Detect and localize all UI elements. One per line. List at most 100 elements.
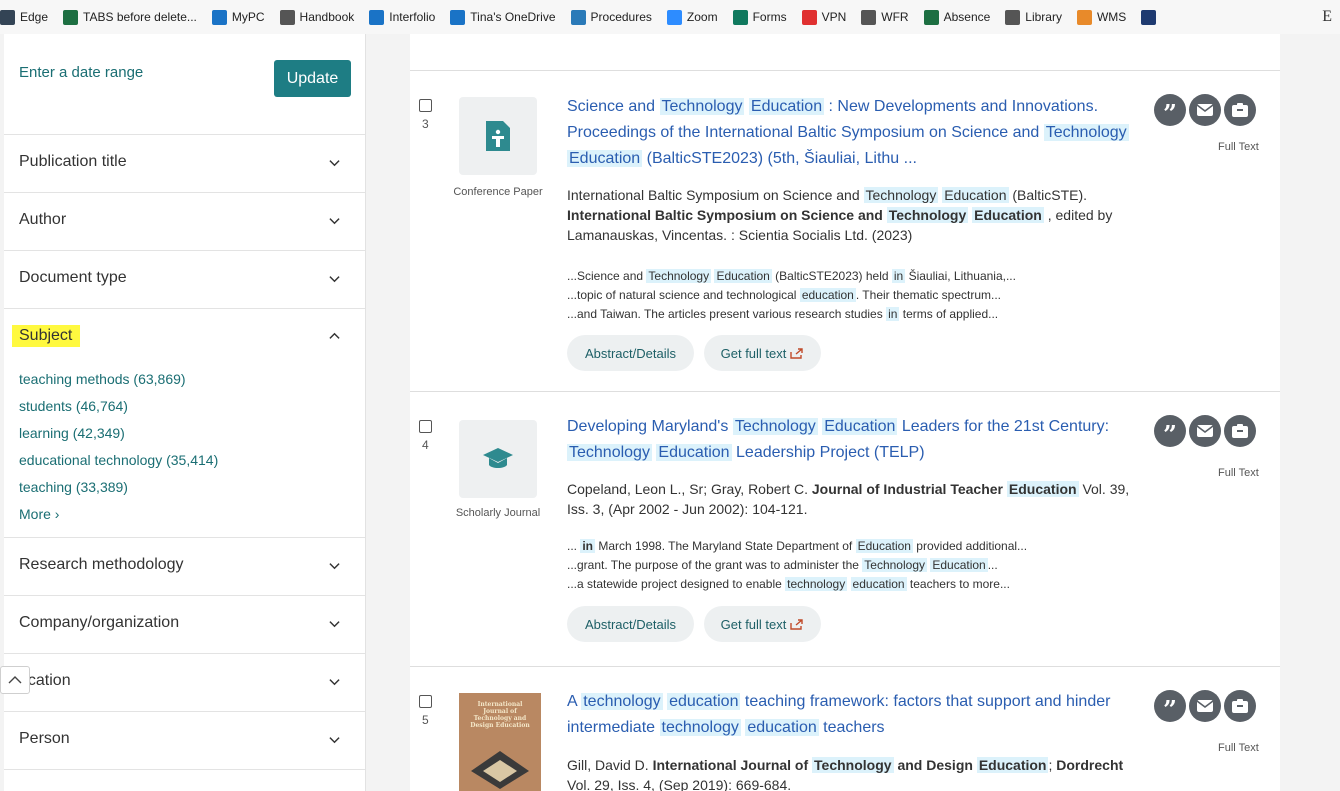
subject-facet-label[interactable]: Subject bbox=[12, 325, 81, 347]
bookmark-library[interactable]: Library bbox=[1005, 9, 1062, 25]
facet-label: Research methodology bbox=[19, 556, 184, 573]
abstract-details-button[interactable]: Abstract/Details bbox=[567, 335, 694, 371]
divider bbox=[410, 391, 1280, 392]
subject-item[interactable]: teaching (33,389) bbox=[19, 477, 218, 504]
bookmark-procedures[interactable]: Procedures bbox=[570, 9, 652, 25]
result-snippet: ... in March 1998. The Maryland State De… bbox=[567, 539, 1028, 591]
divider bbox=[410, 70, 1280, 71]
bookmark-vpn[interactable]: VPN bbox=[801, 9, 847, 25]
bookmark-e-end[interactable]: E bbox=[1322, 8, 1332, 26]
info-icon bbox=[369, 9, 385, 25]
update-button[interactable]: Update bbox=[274, 60, 351, 97]
bookmark-absence[interactable]: Absence bbox=[923, 9, 990, 25]
chevron-down-icon bbox=[329, 218, 340, 225]
results-list: 3 Conference Paper Science and Technolog… bbox=[410, 34, 1280, 791]
full-text-label: Full Text bbox=[1218, 467, 1259, 479]
facet-row[interactable]: cation bbox=[4, 654, 365, 712]
chevron-up-icon[interactable] bbox=[329, 331, 340, 342]
abstract-details-button[interactable]: Abstract/Details bbox=[567, 606, 694, 642]
chevron-down-icon bbox=[329, 621, 340, 628]
chevron-down-icon bbox=[329, 160, 340, 167]
result-title[interactable]: Developing Maryland's Technology Educati… bbox=[567, 414, 1144, 466]
bookmarks-bar: Edge TABS before delete... MyPC Handbook Int… bbox=[0, 0, 1340, 34]
subject-list: teaching methods (63,869) students (46,76… bbox=[19, 369, 218, 531]
select-checkbox[interactable] bbox=[419, 695, 432, 708]
document-icon bbox=[279, 9, 295, 25]
bookmark-label: VPN bbox=[821, 10, 847, 24]
bookmark-tina-s-onedrive[interactable]: Tina's OneDrive bbox=[450, 9, 556, 25]
bookmark-zoom[interactable]: Zoom bbox=[666, 9, 718, 25]
bookmark-interfolio[interactable]: Interfolio bbox=[369, 9, 435, 25]
date-range-link[interactable]: Enter a date range bbox=[19, 64, 143, 81]
facet-row[interactable]: Document type bbox=[4, 251, 365, 309]
facet-row[interactable]: Research methodology bbox=[4, 538, 365, 596]
facet-row[interactable] bbox=[4, 770, 365, 791]
get-full-text-label: Get full text bbox=[720, 616, 787, 632]
result-snippet: ...Science and Technology Education (Bal… bbox=[567, 269, 1016, 321]
bookmark-e[interactable] bbox=[1141, 9, 1161, 25]
email-icon[interactable] bbox=[1189, 94, 1221, 126]
facet-row[interactable]: Company/organization bbox=[4, 596, 365, 654]
result-number: 4 bbox=[422, 438, 429, 452]
scroll-to-top-button[interactable] bbox=[0, 666, 30, 694]
bookmark-wfr[interactable]: WFR bbox=[861, 9, 909, 25]
get-full-text-label: Get full text bbox=[720, 345, 787, 361]
bookmark-label: Forms bbox=[752, 10, 787, 24]
facet-row[interactable]: Author bbox=[4, 193, 365, 251]
facet-label: Publication title bbox=[19, 153, 127, 170]
bookmark-handbook[interactable]: Handbook bbox=[279, 9, 355, 25]
facet-label: Document type bbox=[19, 269, 127, 286]
result-title[interactable]: A technology education teaching framewor… bbox=[567, 689, 1144, 741]
full-text-label: Full Text bbox=[1218, 141, 1259, 153]
save-folder-icon[interactable] bbox=[1224, 415, 1256, 447]
bookmark-label: Handbook bbox=[299, 10, 355, 24]
bookmark-mypc[interactable]: MyPC bbox=[211, 9, 265, 25]
subject-item[interactable]: learning (42,349) bbox=[19, 423, 218, 450]
cite-quote-icon[interactable]: ” bbox=[1154, 690, 1186, 722]
result-citation: International Baltic Symposium on Scienc… bbox=[567, 187, 1113, 243]
email-icon[interactable] bbox=[1189, 415, 1221, 447]
save-folder-icon[interactable] bbox=[1224, 94, 1256, 126]
chevron-down-icon bbox=[329, 276, 340, 283]
result-citation: Gill, David D. International Journal of … bbox=[567, 757, 1124, 791]
document-type-label: Conference Paper bbox=[453, 186, 543, 198]
bookmark-label: WFR bbox=[881, 10, 909, 24]
bookmark-tabs-before-delete[interactable]: TABS before delete... bbox=[63, 9, 197, 25]
select-checkbox[interactable] bbox=[419, 420, 432, 433]
cite-quote-icon[interactable]: ” bbox=[1154, 94, 1186, 126]
subject-item[interactable]: students (46,764) bbox=[19, 396, 218, 423]
facet-row[interactable]: Person bbox=[4, 712, 365, 770]
bookmark-label: Tina's OneDrive bbox=[470, 10, 556, 24]
subject-item[interactable]: teaching methods (63,869) bbox=[19, 369, 218, 396]
vpn-icon bbox=[801, 9, 817, 25]
flower-icon bbox=[570, 9, 586, 25]
document-type-label: Scholarly Journal bbox=[455, 507, 541, 519]
result-number: 3 bbox=[422, 117, 429, 131]
wms-icon bbox=[1076, 9, 1092, 25]
bookmark-label: WMS bbox=[1096, 10, 1127, 24]
result-title[interactable]: Science and Technology Education : New D… bbox=[567, 94, 1144, 172]
bookmark-label: Zoom bbox=[686, 10, 718, 24]
facet-label: Company/organization bbox=[19, 614, 180, 631]
subject-more-link[interactable]: More › bbox=[19, 504, 218, 531]
subject-facet: Subject teaching methods (63,869) student… bbox=[4, 309, 365, 538]
bookmark-edge[interactable]: Edge bbox=[0, 9, 49, 25]
cite-quote-icon[interactable]: ” bbox=[1154, 415, 1186, 447]
subject-item[interactable]: educational technology (35,414) bbox=[19, 450, 218, 477]
bookmark-forms[interactable]: Forms bbox=[732, 9, 787, 25]
bookmark-label: Edge bbox=[20, 10, 49, 24]
get-full-text-button[interactable]: Get full text bbox=[704, 606, 821, 642]
email-icon[interactable] bbox=[1189, 690, 1221, 722]
external-link-icon bbox=[790, 347, 804, 359]
excel-icon bbox=[63, 9, 79, 25]
edge-doc-icon bbox=[0, 9, 15, 25]
select-checkbox[interactable] bbox=[419, 99, 432, 112]
date-range-row: Enter a date range Update bbox=[4, 34, 365, 135]
save-folder-icon[interactable] bbox=[1224, 690, 1256, 722]
external-link-icon bbox=[790, 618, 804, 630]
get-full-text-button[interactable]: Get full text bbox=[704, 335, 821, 371]
facet-row[interactable]: Publication title bbox=[4, 135, 365, 193]
e-icon bbox=[1141, 9, 1157, 25]
bookmark-wms[interactable]: WMS bbox=[1076, 9, 1127, 25]
page-icon bbox=[861, 9, 877, 25]
